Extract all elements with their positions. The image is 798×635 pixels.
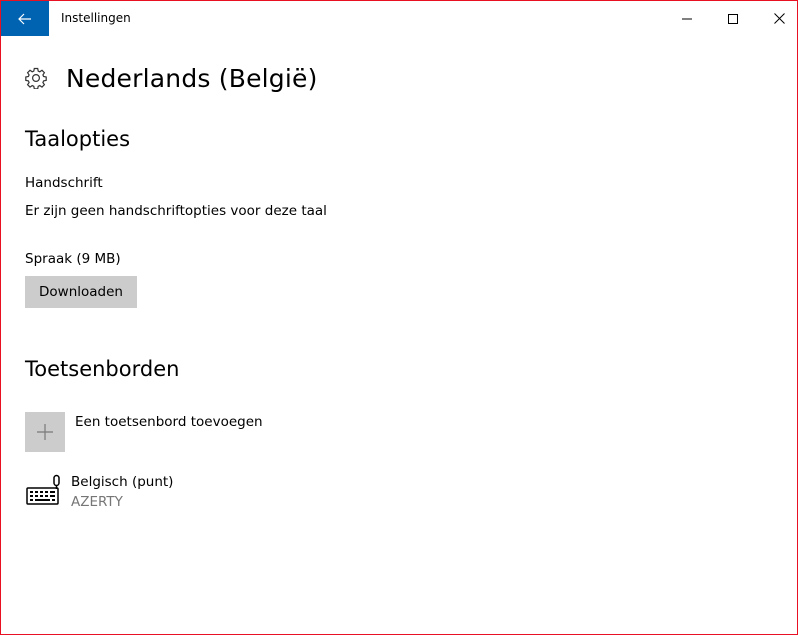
- title-bar: Instellingen: [1, 1, 797, 36]
- back-button[interactable]: [1, 1, 49, 36]
- download-button[interactable]: Downloaden: [25, 276, 137, 308]
- add-keyboard-label: Een toetsenbord toevoegen: [75, 414, 263, 430]
- page-title: Nederlands (België): [66, 63, 318, 93]
- close-button[interactable]: [756, 1, 797, 36]
- back-arrow-icon: [18, 13, 31, 24]
- keyboard-layout: AZERTY: [71, 494, 123, 510]
- page-header: Nederlands (België): [25, 61, 318, 95]
- keyboard-list-item[interactable]: Belgisch (punt) AZERTY: [25, 472, 173, 510]
- handwriting-label: Handschrift: [25, 175, 103, 191]
- plus-icon: [25, 412, 65, 452]
- window-title: Instellingen: [61, 11, 131, 25]
- gear-icon: [25, 67, 47, 89]
- keyboard-name: Belgisch (punt): [71, 474, 174, 490]
- handwriting-status: Er zijn geen handschriftopties voor deze…: [25, 203, 327, 219]
- add-keyboard-button[interactable]: Een toetsenbord toevoegen: [25, 412, 263, 452]
- minimize-icon: [682, 18, 692, 19]
- maximize-button[interactable]: [710, 1, 756, 36]
- keyboard-icon: [25, 474, 61, 506]
- speech-label: Spraak (9 MB): [25, 251, 121, 267]
- section-title-keyboards: Toetsenborden: [25, 357, 180, 381]
- keyboard-item-text: Belgisch (punt) AZERTY: [71, 472, 173, 510]
- maximize-icon: [728, 13, 738, 24]
- settings-window: Instellingen Nederlands (België) Taalopt…: [0, 0, 798, 635]
- section-title-language-options: Taalopties: [25, 127, 131, 151]
- minimize-button[interactable]: [664, 1, 710, 36]
- close-icon: [773, 13, 785, 24]
